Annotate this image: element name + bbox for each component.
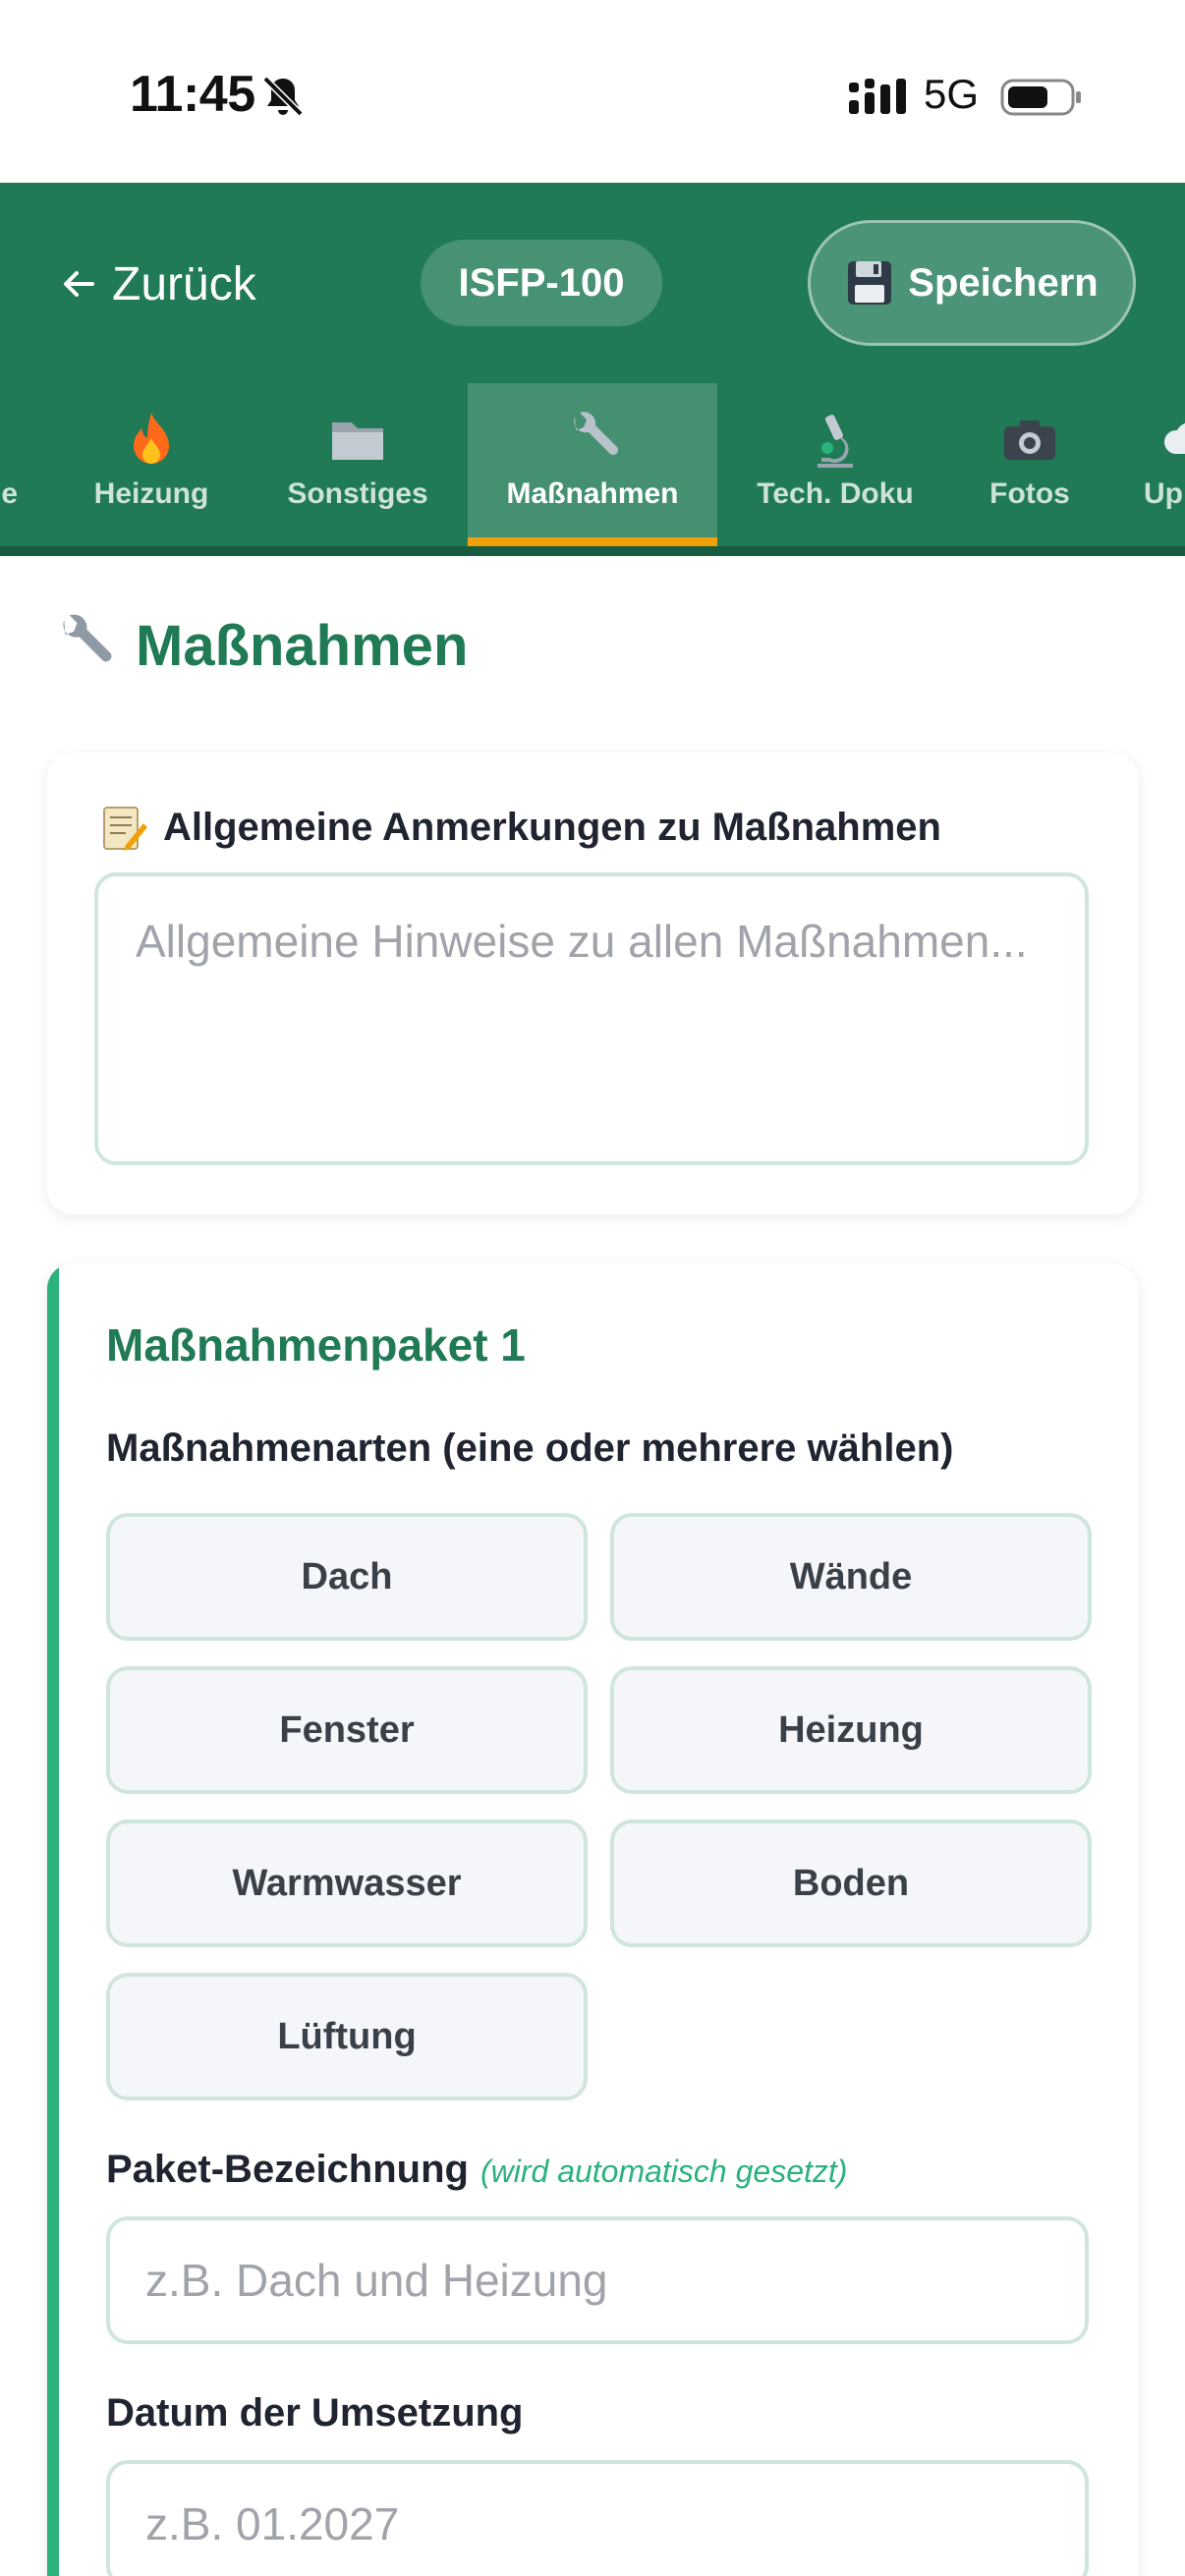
bell-muted-icon [262,76,304,117]
microscope-icon [818,415,853,468]
status-time: 11:45 [130,66,255,123]
arrow-left-icon [64,271,94,297]
tab-sonstiges[interactable]: Sonstiges [263,383,452,546]
app-header: Zurück ISFP-100 Speichern [0,183,1185,383]
tab-label: Tech. Doku [757,477,914,510]
wrench-icon [574,412,618,455]
battery-icon [1000,79,1081,116]
save-label: Speichern [908,260,1099,305]
measure-type-dach[interactable]: Dach [106,1513,588,1641]
fire-icon [134,413,169,464]
folder-icon [332,422,383,460]
measure-type-fenster[interactable]: Fenster [106,1666,588,1794]
tabs-divider [0,546,1185,556]
tab-label: Heizung [93,477,209,510]
measure-type-waende[interactable]: Wände [610,1513,1092,1641]
tab-massnahmen[interactable]: Maßnahmen [468,383,717,546]
tab-heizung[interactable]: Heizung [69,383,234,546]
tab-label: e [1,477,18,510]
tab-fotos[interactable]: Fotos [961,383,1099,546]
tab-label: Up [1144,477,1183,510]
tab-partial-left[interactable]: e [0,383,24,546]
package-name-input[interactable]: z.B. Dach und Heizung [106,2216,1089,2344]
package-name-label-text: Paket-Bezeichnung [106,2148,469,2191]
save-button[interactable]: Speichern [808,220,1136,346]
measure-type-boden[interactable]: Boden [610,1820,1092,1947]
page-title: Maßnahmen [49,611,468,680]
measure-type-lueftung[interactable]: Lüftung [106,1973,588,2100]
tab-label: Sonstiges [287,477,428,510]
implementation-date-input[interactable]: z.B. 01.2027 [106,2460,1089,2576]
back-button[interactable]: Zurück [59,252,256,316]
floppy-disk-icon [848,261,892,305]
package-title: Maßnahmenpaket 1 [106,1319,526,1371]
tab-label: Maßnahmen [506,477,679,510]
implementation-date-label: Datum der Umsetzung [106,2391,524,2435]
section-tabs: e Heizung Sonstiges Maßnahmen Tech. Doku [0,383,1185,556]
memo-icon [103,807,147,851]
measure-type-warmwasser[interactable]: Warmwasser [106,1820,588,1947]
record-id-badge: ISFP-100 [421,240,662,326]
tab-label: Fotos [989,477,1070,510]
tab-tech-doku[interactable]: Tech. Doku [739,383,931,546]
camera-icon [1004,420,1055,460]
page-title-text: Maßnahmen [136,613,469,678]
wrench-icon [63,614,112,662]
package-name-label: Paket-Bezeichnung (wird automatisch geset… [106,2148,847,2192]
notes-card: Allgemeine Anmerkungen zu Maßnahmen Allg… [47,753,1138,1214]
package-card: Maßnahmenpaket 1 Maßnahmenarten (eine od… [47,1263,1138,2576]
notes-textarea[interactable]: Allgemeine Hinweise zu allen Maßnahmen..… [94,872,1089,1165]
notes-label: Allgemeine Anmerkungen zu Maßnahmen [98,802,941,853]
back-label: Zurück [112,257,256,310]
network-type: 5G [924,71,980,117]
notes-label-text: Allgemeine Anmerkungen zu Maßnahmen [163,805,941,849]
measure-types-label: Maßnahmenarten (eine oder mehrere wählen… [106,1427,954,1470]
package-name-hint: (wird automatisch gesetzt) [480,2154,848,2189]
measure-type-heizung[interactable]: Heizung [610,1666,1092,1794]
status-bar: 11:45 5G [0,0,1185,183]
cloud-icon [1164,422,1185,454]
tab-upload-partial[interactable]: Up [1130,383,1185,546]
signal-icon [849,79,906,114]
